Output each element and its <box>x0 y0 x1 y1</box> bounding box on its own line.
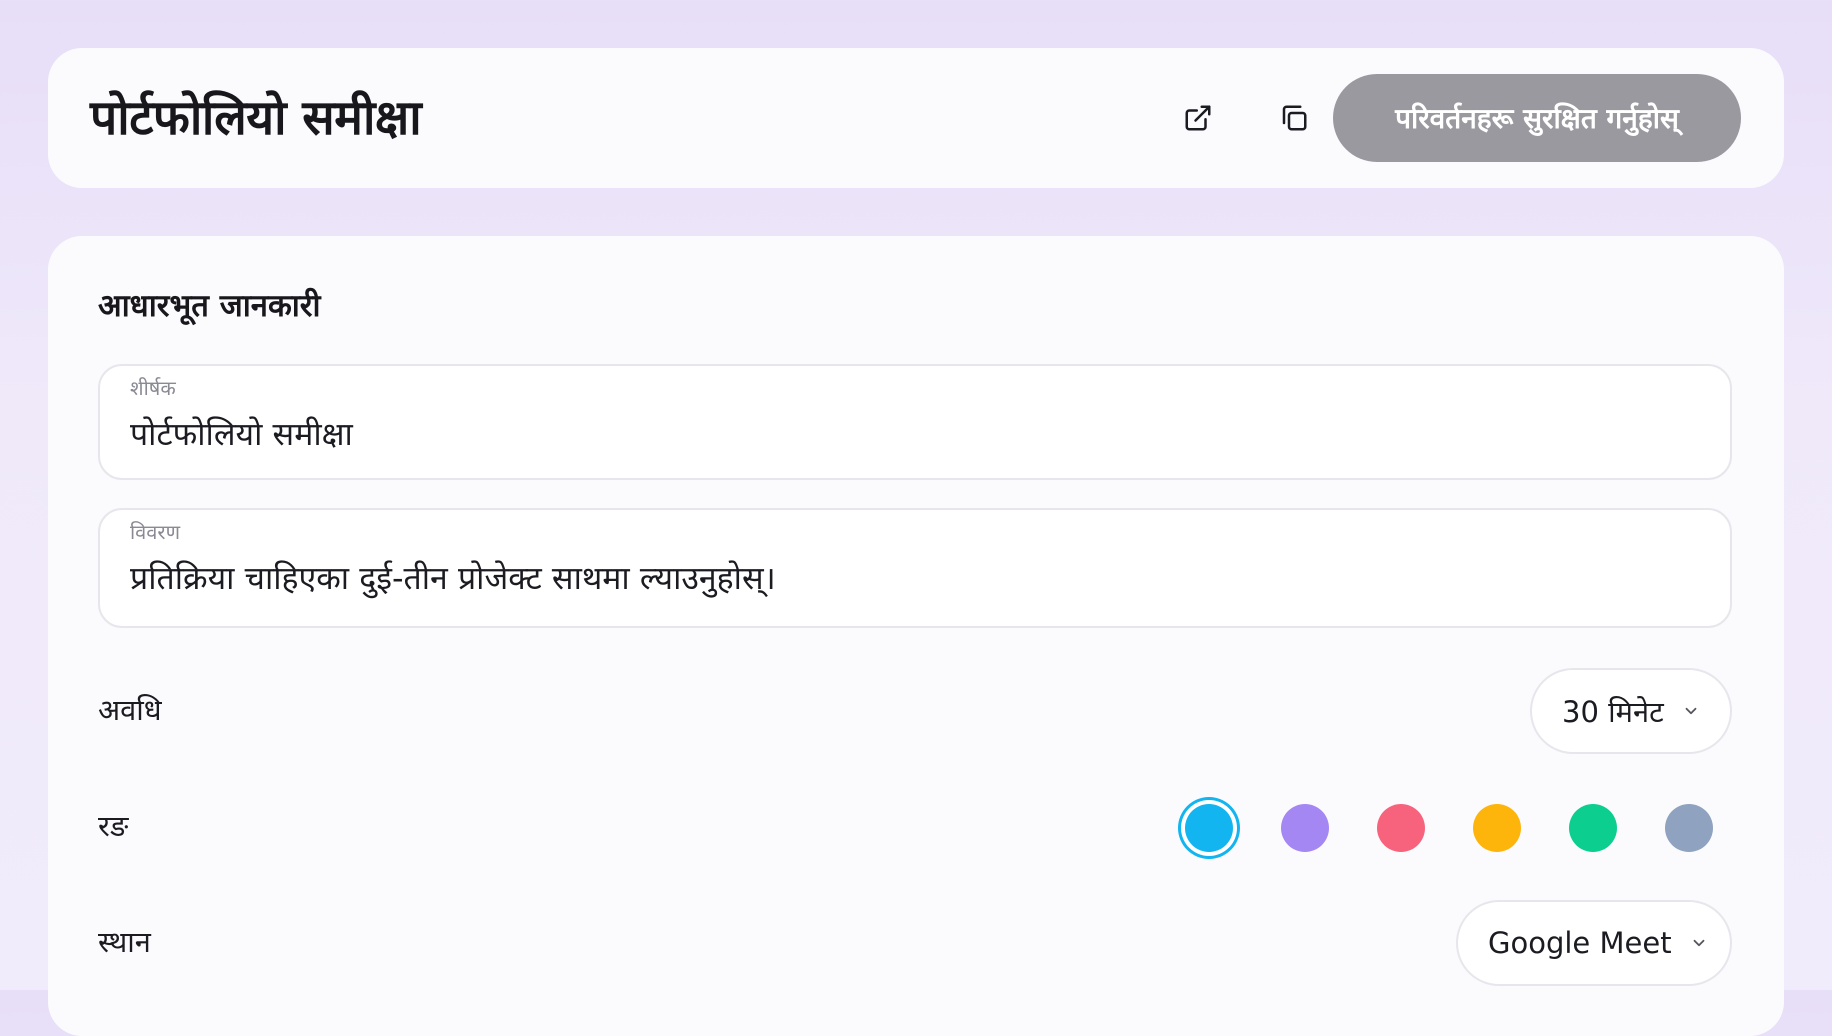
copy-button[interactable] <box>1268 92 1320 144</box>
title-field-value[interactable]: पोर्टफोलियो समीक्षा <box>130 412 353 455</box>
open-external-button[interactable] <box>1172 92 1224 144</box>
color-label: रङ <box>98 809 129 843</box>
copy-icon <box>1282 105 1307 131</box>
title-field-label: शीर्षक <box>130 376 176 400</box>
description-field-value[interactable]: प्रतिक्रिया चाहिएका दुई-तीन प्रोजेक्ट सा… <box>130 556 776 599</box>
description-field[interactable]: विवरण प्रतिक्रिया चाहिएका दुई-तीन प्रोजे… <box>98 508 1732 628</box>
chevron-down-icon <box>1690 934 1708 952</box>
location-select[interactable]: Google Meet <box>1456 900 1732 986</box>
title-field[interactable]: शीर्षक पोर्टफोलियो समीक्षा <box>98 364 1732 480</box>
color-swatch[interactable] <box>1473 804 1521 852</box>
color-swatch[interactable] <box>1185 804 1233 852</box>
basic-info-card: आधारभूत जानकारी शीर्षक पोर्टफोलियो समीक्… <box>48 236 1784 1036</box>
section-title: आधारभूत जानकारी <box>98 288 321 324</box>
description-field-label: विवरण <box>130 520 181 544</box>
color-swatch[interactable] <box>1569 804 1617 852</box>
location-label: स्थान <box>98 925 151 959</box>
chevron-down-icon <box>1682 702 1700 720</box>
color-swatch[interactable] <box>1281 804 1329 852</box>
external-link-icon <box>1185 105 1211 131</box>
header-bar: पोर्टफोलियो समीक्षा परिवर्तनहरू सुरक्षित… <box>48 48 1784 188</box>
save-changes-button[interactable]: परिवर्तनहरू सुरक्षित गर्नुहोस् <box>1333 74 1741 162</box>
color-swatch[interactable] <box>1377 804 1425 852</box>
duration-label: अवधि <box>98 693 162 727</box>
duration-select[interactable]: 30 मिनेट <box>1530 668 1732 754</box>
location-value: Google Meet <box>1488 926 1672 960</box>
duration-value: 30 मिनेट <box>1562 694 1664 729</box>
color-swatch[interactable] <box>1665 804 1713 852</box>
page-title: पोर्टफोलियो समीक्षा <box>90 90 422 146</box>
